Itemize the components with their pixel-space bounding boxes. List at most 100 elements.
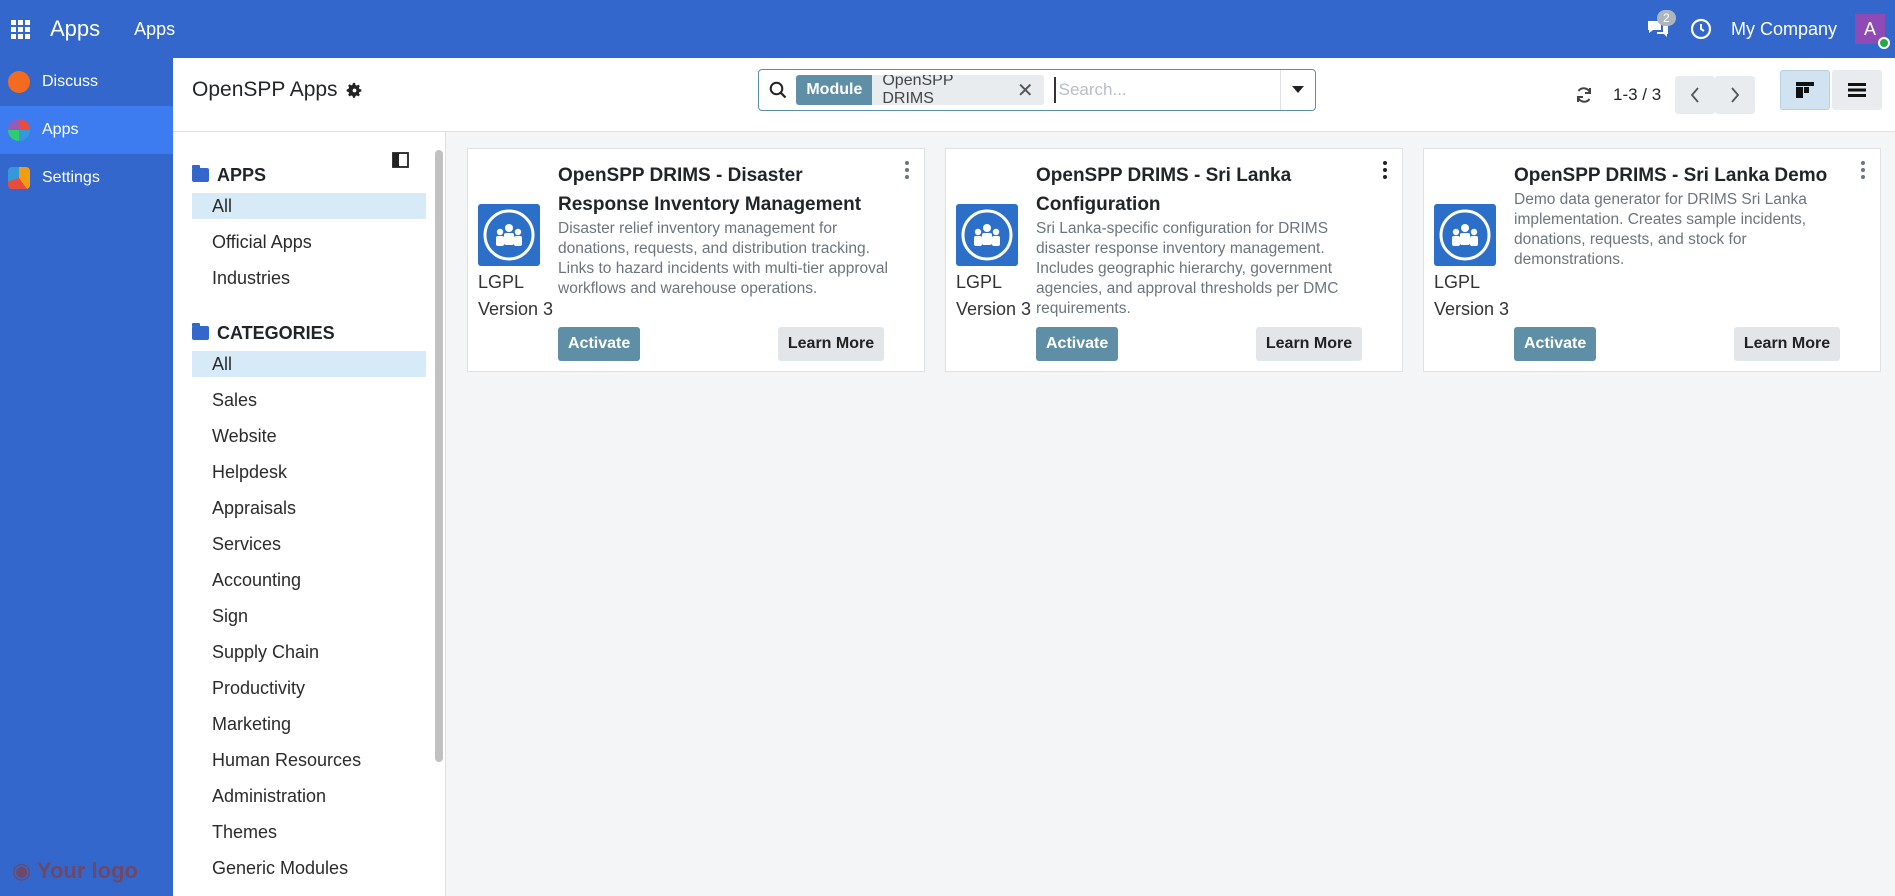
category-label: Sign	[212, 605, 249, 626]
filter-label: Industries	[212, 267, 291, 288]
nav-item-label: Apps	[42, 121, 79, 138]
facet-key: Module	[796, 75, 873, 105]
panel-scrollbar[interactable]	[435, 150, 443, 762]
learn-more-button[interactable]: Learn More	[778, 327, 884, 361]
categories-section: CATEGORIES All Sales Website Helpdesk Ap…	[192, 320, 426, 886]
nav-item-label: Discuss	[42, 73, 99, 90]
category-label: Sales	[212, 389, 258, 410]
caret-down-icon	[1291, 86, 1304, 93]
category-all[interactable]: All	[192, 351, 426, 377]
menu-apps[interactable]: Apps	[134, 19, 175, 40]
category-label: Services	[212, 533, 282, 554]
pager-previous-button[interactable]	[1675, 76, 1716, 114]
category-human-resources[interactable]: Human Resources	[192, 742, 426, 778]
license-version: Version 3	[478, 299, 554, 319]
category-label: Human Resources	[212, 749, 362, 770]
list-view-button[interactable]	[1832, 70, 1882, 110]
camera-icon: ◉	[12, 858, 32, 883]
nav-item-apps[interactable]: Apps	[0, 106, 173, 154]
refresh-icon[interactable]	[1575, 86, 1593, 104]
search-input[interactable]	[1053, 77, 1280, 103]
nav-item-label: Settings	[42, 169, 100, 186]
user-avatar[interactable]: A	[1855, 14, 1890, 49]
category-generic-modules[interactable]: Generic Modules	[192, 850, 426, 886]
category-themes[interactable]: Themes	[192, 814, 426, 850]
card-menu-icon[interactable]	[1860, 161, 1866, 179]
pager: 1-3 / 3	[1575, 76, 1756, 114]
discuss-icon	[8, 71, 30, 93]
apps-filter-industries[interactable]: Industries	[192, 260, 426, 296]
category-services[interactable]: Services	[192, 526, 426, 562]
category-administration[interactable]: Administration	[192, 778, 426, 814]
app-title: OpenSPP DRIMS - Disaster Response Invent…	[558, 165, 862, 215]
category-label: Supply Chain	[212, 641, 320, 662]
nav-item-discuss[interactable]: Discuss	[0, 58, 173, 106]
category-website[interactable]: Website	[192, 418, 426, 454]
facet-value-wrap: OpenSPP DRIMS ✕	[872, 75, 1044, 105]
category-helpdesk[interactable]: Helpdesk	[192, 454, 426, 490]
card-menu-icon[interactable]	[1382, 161, 1388, 179]
category-sales[interactable]: Sales	[192, 382, 426, 418]
gear-icon[interactable]	[346, 82, 363, 99]
messaging-button[interactable]: 2	[1645, 10, 1676, 42]
apps-section: APPS All Official Apps Industries	[192, 162, 426, 296]
license-name: LGPL	[478, 272, 525, 292]
category-productivity[interactable]: Productivity	[192, 670, 426, 706]
app-card[interactable]: LGPL Version 3 OpenSPP DRIMS - Sri Lanka…	[1423, 148, 1881, 372]
search-icon[interactable]	[759, 81, 796, 99]
license-name: LGPL	[1434, 272, 1481, 292]
apps-filter-official[interactable]: Official Apps	[192, 224, 426, 260]
activate-button[interactable]: Activate	[1036, 327, 1119, 361]
section-title: CATEGORIES	[217, 322, 335, 343]
collapse-panel-icon[interactable]	[392, 152, 409, 168]
category-label: Website	[212, 425, 277, 446]
card-menu-icon[interactable]	[904, 161, 910, 179]
apps-icon	[8, 119, 30, 141]
app-card[interactable]: LGPL Version 3 OpenSPP DRIMS - Disaster …	[467, 148, 925, 372]
remove-facet-icon[interactable]: ✕	[1017, 78, 1034, 103]
category-accounting[interactable]: Accounting	[192, 562, 426, 598]
left-sidebar-nav: Discuss Apps Settings ◉ Your logo	[0, 58, 173, 896]
search-options-toggle[interactable]	[1279, 70, 1315, 110]
chevron-right-icon	[1731, 87, 1740, 103]
folder-icon	[192, 323, 209, 340]
app-card[interactable]: LGPL Version 3 OpenSPP DRIMS - Sri Lanka…	[945, 148, 1403, 372]
app-logo-icon	[956, 204, 1018, 266]
category-label: Themes	[212, 821, 278, 842]
category-marketing[interactable]: Marketing	[192, 706, 426, 742]
logo-text: Your logo	[36, 858, 138, 883]
license-name: LGPL	[956, 272, 1003, 292]
category-label: Helpdesk	[212, 461, 288, 482]
nav-item-settings[interactable]: Settings	[0, 154, 173, 202]
learn-more-button[interactable]: Learn More	[1734, 327, 1840, 361]
learn-more-button[interactable]: Learn More	[1256, 327, 1362, 361]
company-switcher[interactable]: My Company	[1731, 19, 1837, 40]
view-switcher	[1780, 70, 1882, 110]
clock-icon	[1690, 18, 1712, 40]
facet-value: OpenSPP DRIMS	[882, 75, 954, 105]
app-license: LGPL Version 3	[478, 269, 553, 323]
activate-button[interactable]: Activate	[558, 327, 641, 361]
license-version: Version 3	[956, 299, 1032, 319]
app-menu-icon[interactable]	[0, 0, 40, 58]
category-appraisals[interactable]: Appraisals	[192, 490, 426, 526]
pager-next-button[interactable]	[1715, 76, 1756, 114]
control-panel: OpenSPP Apps Module OpenSPP DRIMS ✕ 1-3 …	[173, 58, 1895, 132]
category-supply-chain[interactable]: Supply Chain	[192, 634, 426, 670]
app-brand[interactable]: Apps	[50, 16, 100, 42]
list-icon	[1848, 83, 1866, 97]
activate-button[interactable]: Activate	[1514, 327, 1597, 361]
kanban-view-button[interactable]	[1780, 70, 1830, 110]
apps-filter-all[interactable]: All	[192, 193, 426, 219]
app-description: Sri Lanka-specific configuration for DRI…	[1036, 220, 1339, 317]
search-bar: Module OpenSPP DRIMS ✕	[758, 69, 1316, 111]
breadcrumb: OpenSPP Apps	[192, 78, 363, 102]
license-version: Version 3	[1434, 299, 1510, 319]
filter-label: All	[212, 195, 233, 216]
app-license: LGPL Version 3	[1434, 269, 1509, 323]
pager-value[interactable]: 1-3 / 3	[1613, 85, 1661, 105]
page-title: OpenSPP Apps	[192, 78, 338, 101]
category-label: Marketing	[212, 713, 292, 734]
category-sign[interactable]: Sign	[192, 598, 426, 634]
activity-button[interactable]	[1689, 17, 1713, 41]
